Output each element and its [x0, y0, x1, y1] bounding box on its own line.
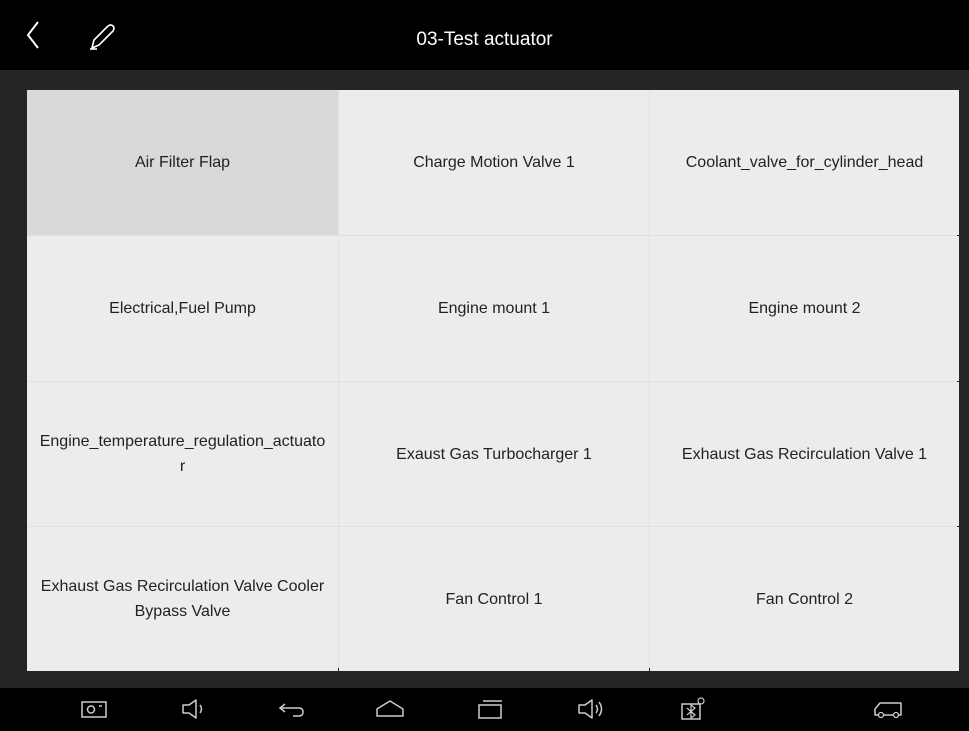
screenshot-button[interactable] [78, 695, 110, 723]
title-bar: 03-Test actuator [0, 0, 969, 70]
actuator-item-fan-control-2[interactable]: Fan Control 2 [650, 527, 959, 671]
volume-down-icon [182, 699, 203, 719]
actuator-item-charge-motion-valve-1[interactable]: Charge Motion Valve 1 [339, 90, 649, 235]
system-navigation-bar [0, 688, 969, 731]
actuator-item-egr-cooler-bypass-valve[interactable]: Exhaust Gas Recirculation Valve Cooler B… [27, 527, 338, 671]
actuator-item-electrical-fuel-pump[interactable]: Electrical,Fuel Pump [27, 236, 338, 381]
actuator-item-egr-valve-1[interactable]: Exhaust Gas Recirculation Valve 1 [650, 382, 959, 526]
recent-apps-icon [478, 700, 502, 719]
page-title: 03-Test actuator [416, 29, 553, 50]
actuator-item-fan-control-1[interactable]: Fan Control 1 [339, 527, 649, 671]
home-icon [376, 700, 404, 717]
actuator-item-engine-mount-1[interactable]: Engine mount 1 [339, 236, 649, 381]
volume-up-icon [578, 699, 603, 719]
back-nav-button[interactable] [275, 695, 307, 723]
vci-bluetooth-button[interactable] [676, 695, 708, 723]
volume-down-button[interactable] [178, 695, 210, 723]
actuator-item-exaust-gas-turbocharger-1[interactable]: Exaust Gas Turbocharger 1 [339, 382, 649, 526]
actuator-item-engine-temperature-regulation[interactable]: Engine_temperature_regulation_actuator [27, 382, 338, 526]
actuator-item-engine-mount-2[interactable]: Engine mount 2 [650, 236, 959, 381]
actuator-item-air-filter-flap[interactable]: Air Filter Flap [27, 90, 338, 235]
vehicle-button[interactable] [872, 695, 904, 723]
screenshot-icon [81, 701, 107, 718]
home-button[interactable] [374, 695, 406, 723]
actuator-item-coolant-valve[interactable]: Coolant_valve_for_cylinder_head [650, 90, 959, 235]
actuator-grid: Air Filter Flap Charge Motion Valve 1 Co… [27, 90, 959, 671]
vehicle-icon [874, 702, 902, 719]
bluetooth-adapter-icon [681, 697, 705, 720]
back-arrow-icon [278, 703, 304, 717]
recent-apps-button[interactable] [474, 695, 506, 723]
volume-up-button[interactable] [576, 695, 608, 723]
